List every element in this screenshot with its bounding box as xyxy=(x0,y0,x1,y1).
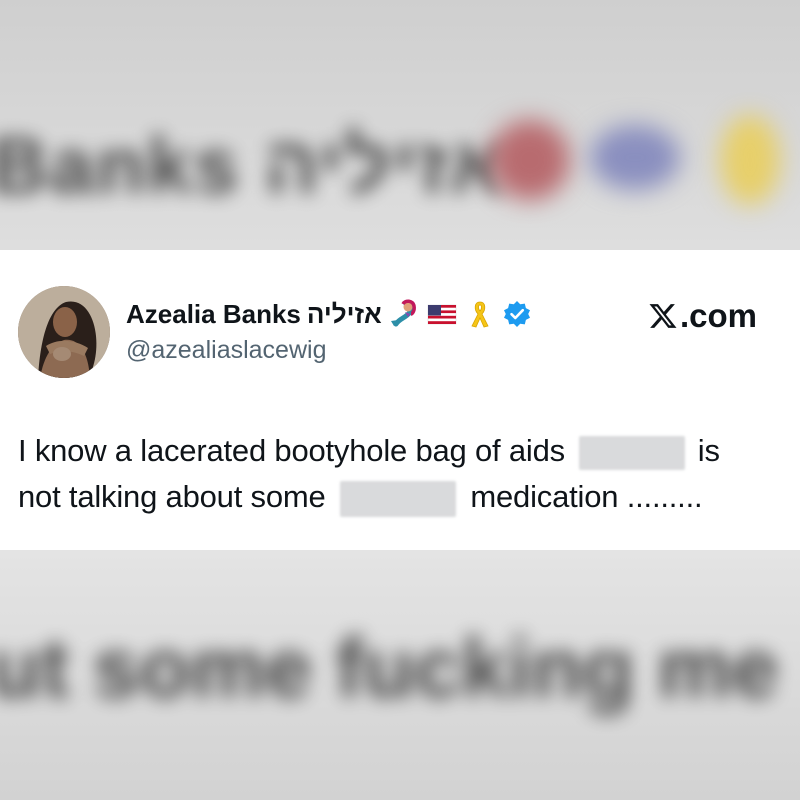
blurred-mermaid-emoji xyxy=(490,120,570,200)
tweet-text-segment: is xyxy=(697,433,720,468)
redaction-box xyxy=(579,435,686,470)
blurred-bottom-area: ut some fucking me xyxy=(0,550,800,800)
blurred-flag-emoji xyxy=(590,125,680,190)
author-handle[interactable]: @azealiaslacewig xyxy=(126,336,326,365)
author-hebrew-name: אזיליה xyxy=(306,298,382,329)
tweet-text-segment: not talking about some xyxy=(18,479,326,514)
yellow-ribbon-icon xyxy=(464,298,496,330)
x-com-logo: .com xyxy=(648,296,757,336)
x-com-label: .com xyxy=(680,297,758,334)
tweet-line-2: not talking about some medication ......… xyxy=(18,474,788,520)
author-display-name[interactable]: Azealia Banks xyxy=(126,299,301,330)
tweet-line-1: I know a lacerated bootyhole bag of aids… xyxy=(18,428,788,474)
blurred-ribbon-emoji xyxy=(720,115,780,205)
mermaid-icon xyxy=(388,298,420,330)
author-name-row: Azealia Banks אזיליה xyxy=(126,294,532,334)
tweet-text: I know a lacerated bootyhole bag of aids… xyxy=(18,428,788,520)
tweet-text-segment: medication ......... xyxy=(470,479,703,514)
blurred-tweet-text: ut some fucking me xyxy=(0,621,779,715)
blurred-heading-text: Banks אזיליה xyxy=(0,121,507,210)
verified-badge-icon[interactable] xyxy=(502,299,532,329)
us-flag-icon xyxy=(426,298,458,330)
blurred-top-area: Banks אזיליה xyxy=(0,0,800,250)
avatar[interactable] xyxy=(18,286,110,378)
tweet-text-segment: I know a lacerated bootyhole bag of aids xyxy=(18,433,565,468)
redaction-box xyxy=(339,480,456,517)
avatar-portrait xyxy=(18,286,110,378)
x-logo-icon xyxy=(649,304,677,328)
